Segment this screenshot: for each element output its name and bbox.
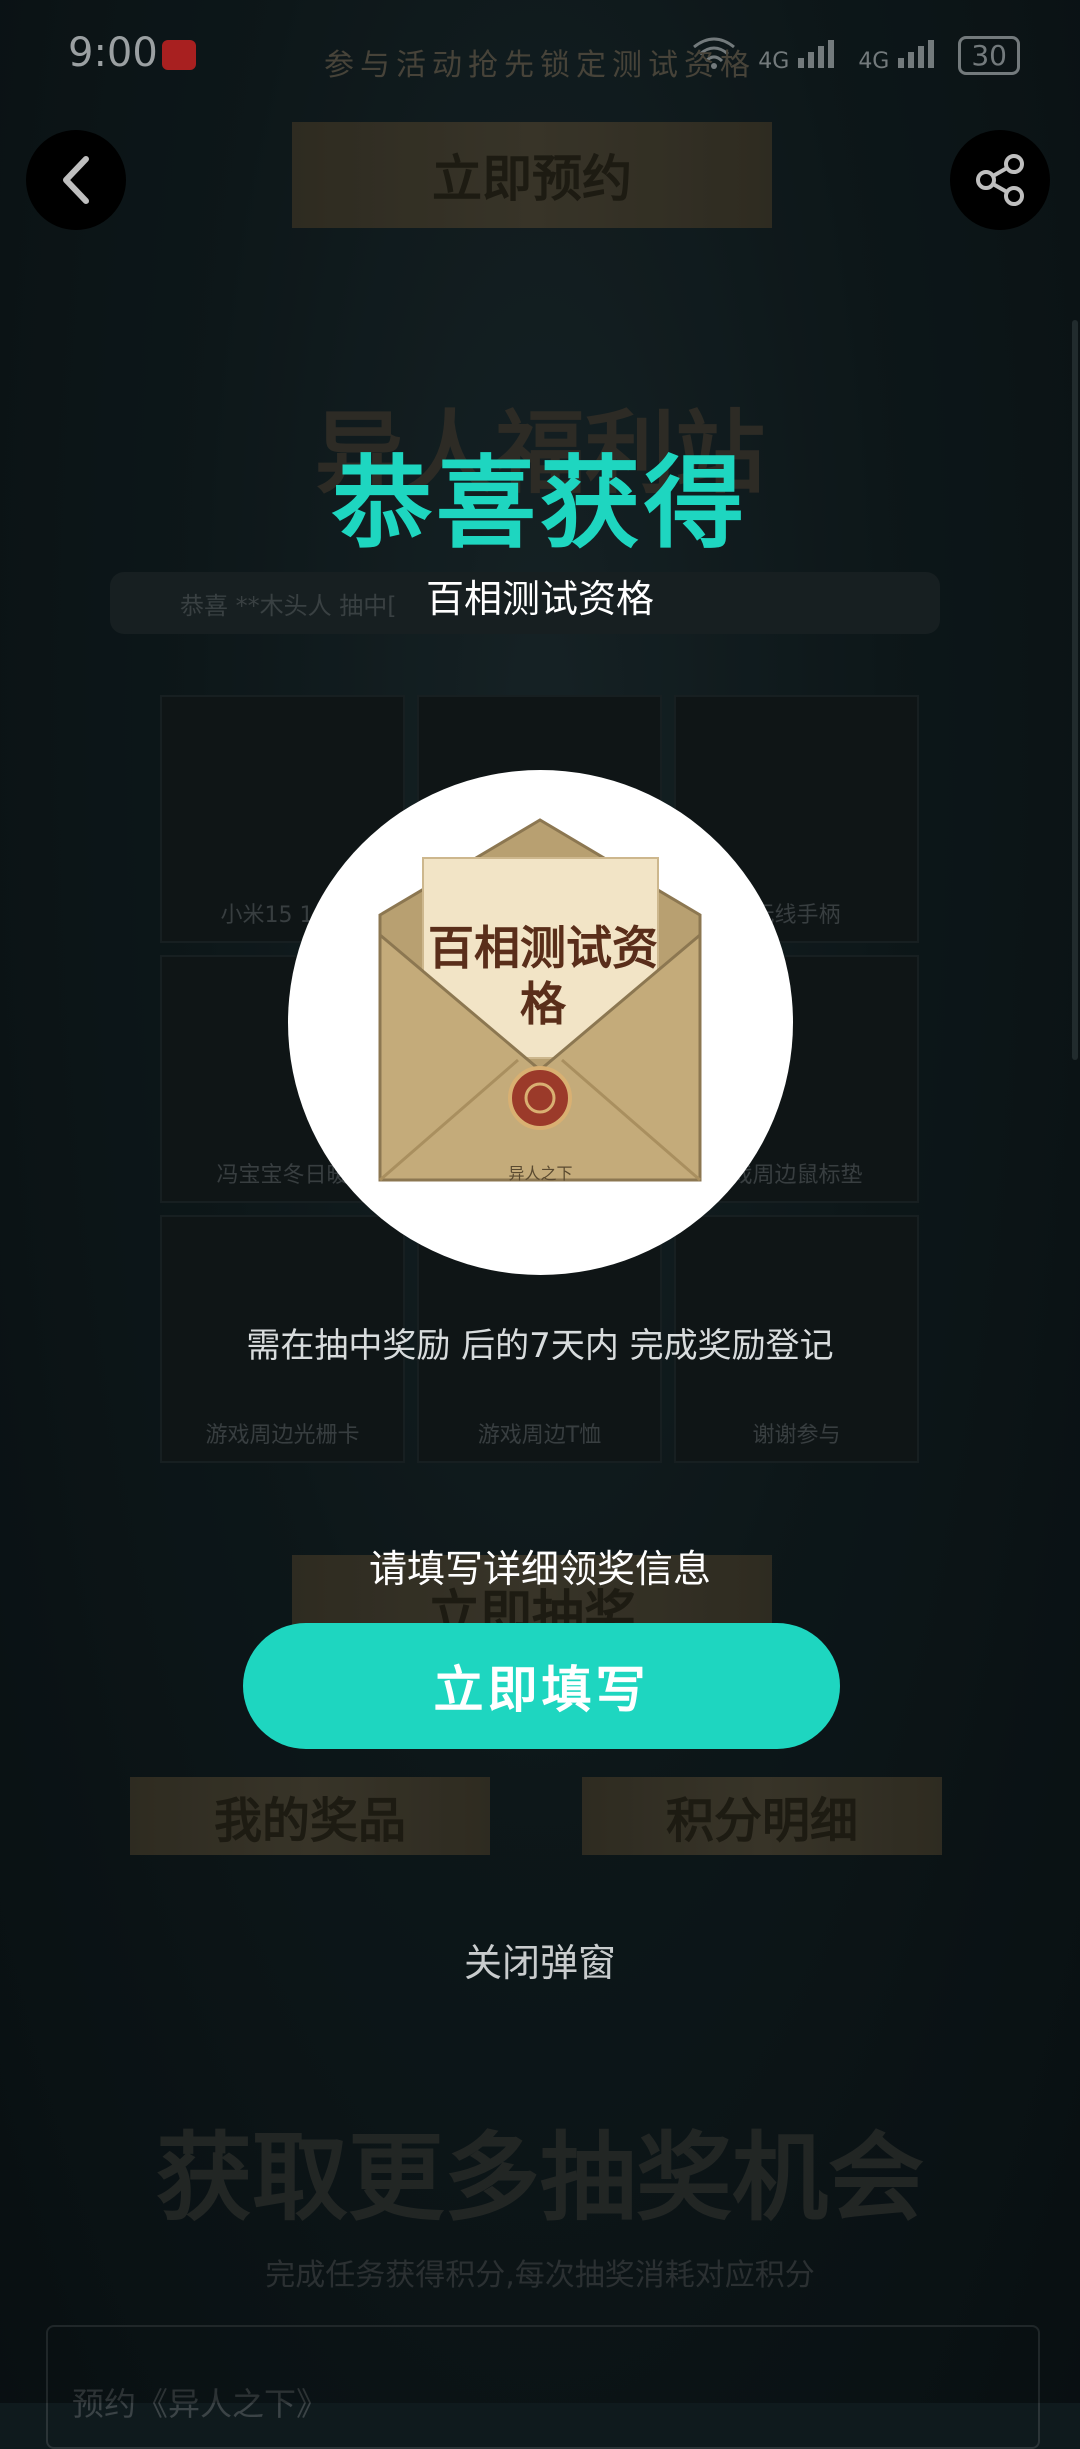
close-popup-link[interactable]: 关闭弹窗	[0, 1932, 1080, 1987]
prize-image-text: 百相测试资格	[428, 921, 658, 1031]
prize-image: 百相测试资格 异人之下	[288, 770, 793, 1275]
fill-now-button[interactable]: 立即填写	[243, 1623, 840, 1749]
fill-info-hint: 请填写详细领奖信息	[368, 1547, 711, 1591]
registration-note: 需在抽中奖励 后的7天内 完成奖励登记	[246, 1326, 834, 1366]
modal-title: 恭喜获得	[332, 445, 748, 562]
prize-name: 百相测试资格	[425, 577, 654, 621]
prize-seal-text: 异人之下	[508, 1164, 573, 1183]
